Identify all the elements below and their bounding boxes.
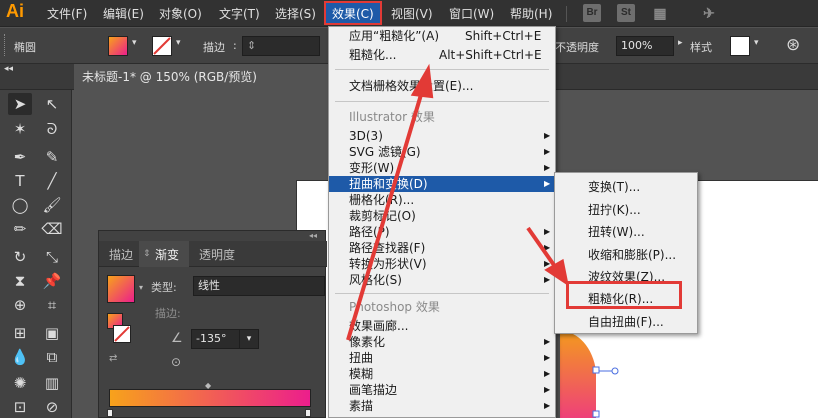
baidu-watermark: Baidu 经验 xyxy=(628,345,740,370)
annotation-arrow-head xyxy=(410,63,434,99)
annotation-arrow-line xyxy=(346,87,425,341)
annotation-arrow-head xyxy=(544,258,569,287)
annotation-arrow-line xyxy=(526,226,558,270)
baidu-watermark-url: jingyan.baidu.com xyxy=(690,394,792,407)
